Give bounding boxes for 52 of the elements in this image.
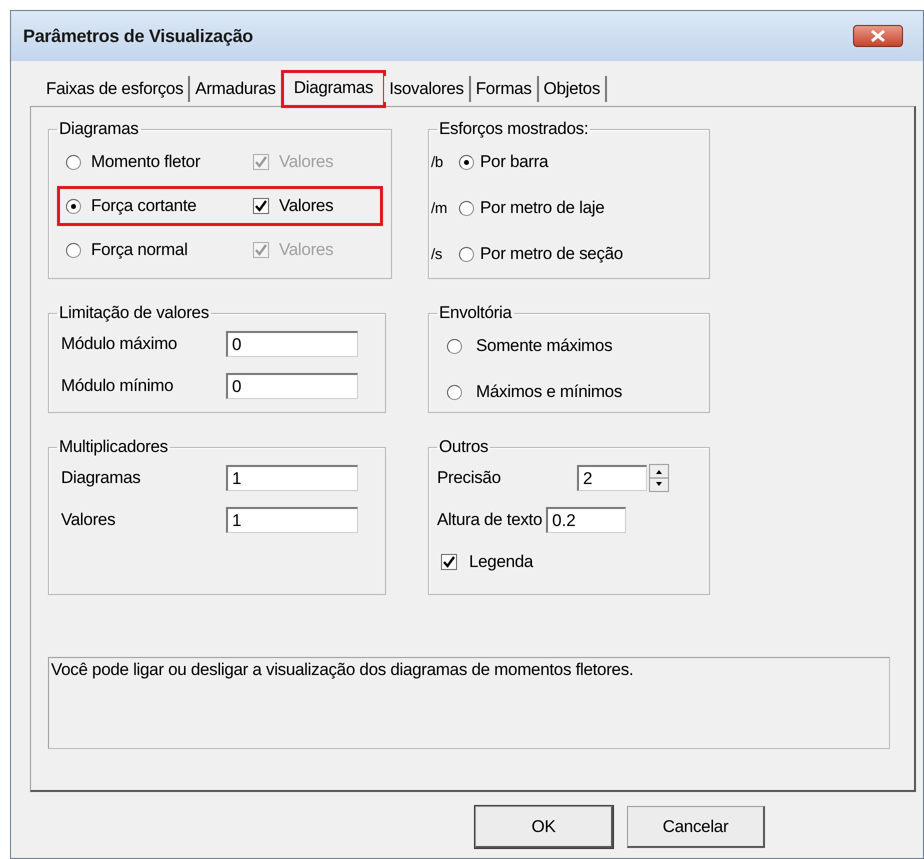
group-title: Esforços mostrados:	[438, 119, 590, 139]
group-title: Outros	[438, 437, 490, 457]
radio-button[interactable]	[459, 246, 474, 262]
unit-label: /b	[431, 154, 444, 170]
input-field[interactable]: 1	[226, 465, 358, 491]
group-title: Multiplicadores	[58, 437, 169, 457]
group-title: Envoltória	[438, 303, 513, 323]
radio-button[interactable]	[447, 384, 462, 400]
close-button[interactable]	[853, 25, 903, 47]
group-title: Diagramas	[58, 119, 140, 139]
checkbox-label: Valores	[279, 196, 334, 216]
group-title: Limitação de valores	[58, 303, 210, 323]
field-label: Valores	[61, 510, 116, 530]
radio-label: Momento fletor	[91, 152, 202, 172]
radio-label: Força normal	[91, 240, 189, 260]
field-label: Altura de texto	[437, 510, 542, 530]
checkbox[interactable]	[441, 554, 457, 570]
description-text: Você pode ligar ou desligar a visualização dos diagramas de momentos fletores.	[51, 660, 634, 679]
checkbox-label: Valores	[279, 152, 334, 172]
field-label: Módulo máximo	[61, 334, 178, 354]
input-field[interactable]: 0	[226, 373, 358, 399]
radio-label: Por barra	[480, 152, 548, 172]
input-field[interactable]: 2	[577, 465, 647, 491]
radio-button[interactable]	[459, 154, 474, 170]
spinner-icon[interactable]	[649, 464, 669, 492]
close-icon	[870, 29, 886, 43]
window-title: Parâmetros de Visualização	[23, 26, 253, 46]
radio-button[interactable]	[66, 198, 81, 214]
radio-button[interactable]	[447, 338, 462, 354]
checkbox-label: Legenda	[469, 552, 534, 572]
radio-label: Por metro de seção	[480, 244, 623, 264]
radio-button[interactable]	[66, 242, 81, 258]
input-field[interactable]: 0	[226, 331, 358, 357]
unit-label: /s	[431, 246, 444, 262]
dialog-button[interactable]: OK	[475, 806, 613, 848]
field-label: Módulo mínimo	[61, 376, 174, 396]
checkbox-label: Valores	[279, 240, 334, 260]
radio-label: Por metro de laje	[480, 198, 604, 218]
radio-label: Força cortante	[91, 196, 198, 216]
dialog-button[interactable]: Cancelar	[627, 806, 765, 848]
input-field[interactable]: 0.2	[546, 507, 626, 533]
field-label: Diagramas	[61, 468, 142, 488]
tab[interactable]: Isovalores	[384, 76, 471, 102]
radio-label: Máximos e mínimos	[476, 382, 622, 402]
radio-button[interactable]	[459, 200, 474, 216]
tab[interactable]: Diagramas	[282, 72, 384, 106]
input-field[interactable]: 1	[226, 507, 358, 533]
unit-label: /m	[431, 200, 448, 216]
field-label: Precisão	[437, 468, 502, 488]
radio-label: Somente máximos	[476, 336, 612, 356]
radio-button[interactable]	[66, 154, 81, 170]
checkbox[interactable]	[253, 198, 269, 214]
